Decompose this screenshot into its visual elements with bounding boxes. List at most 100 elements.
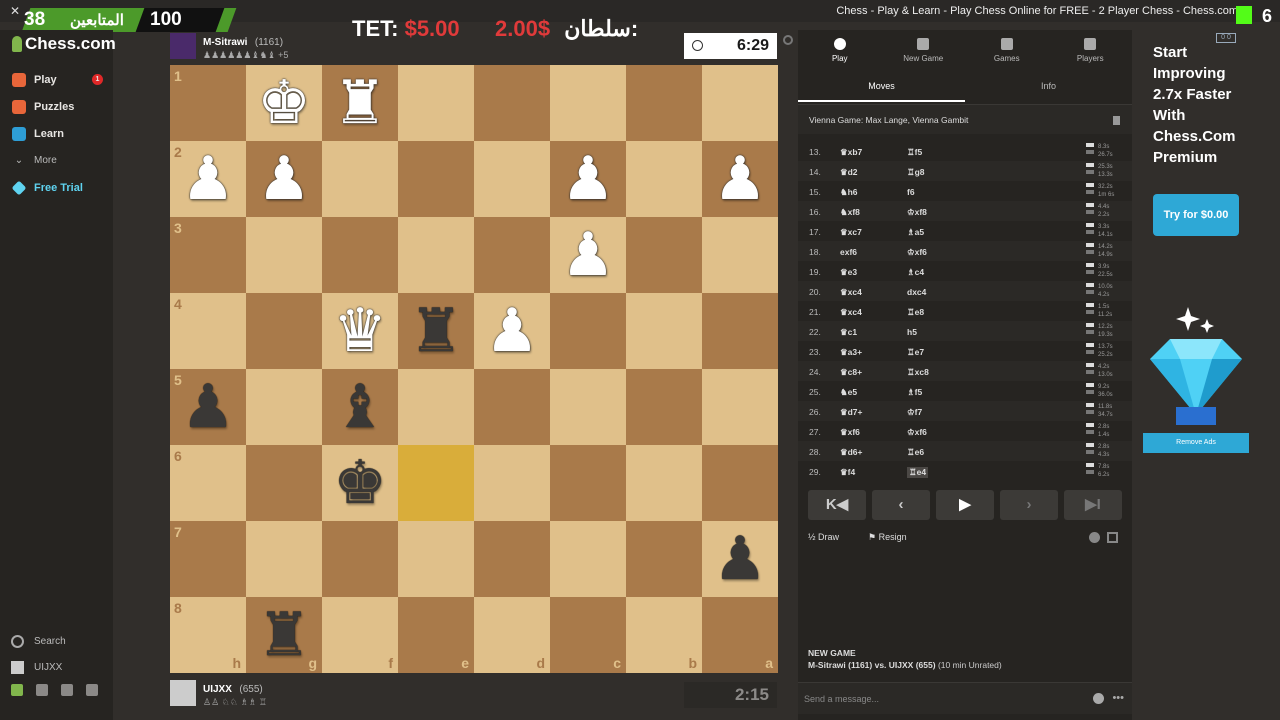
book-icon[interactable] xyxy=(1113,116,1120,125)
white-move[interactable]: ♛c8+ xyxy=(840,367,862,378)
square-g5[interactable] xyxy=(246,369,322,445)
black-bishop-icon[interactable]: ♝ xyxy=(322,369,398,445)
chat-input[interactable]: Send a message... ••• xyxy=(798,682,1132,714)
black-rook-icon[interactable]: ♜ xyxy=(246,597,322,673)
avatar[interactable] xyxy=(170,680,196,706)
gear-icon[interactable] xyxy=(86,684,98,696)
white-move[interactable]: ♛xc4 xyxy=(840,287,862,298)
square-f8[interactable]: f xyxy=(322,597,398,673)
square-d5[interactable] xyxy=(474,369,550,445)
white-pawn-icon[interactable]: ♟ xyxy=(170,141,246,217)
square-f3[interactable] xyxy=(322,217,398,293)
black-move[interactable]: ♔f7 xyxy=(907,407,922,418)
square-b7[interactable] xyxy=(626,521,702,597)
square-h1[interactable]: 1 xyxy=(170,65,246,141)
sidebar-item-puzzles[interactable]: Puzzles xyxy=(0,93,113,120)
black-move[interactable]: ♖e4 xyxy=(907,467,929,478)
square-g2[interactable]: ♟ xyxy=(246,141,322,217)
white-move[interactable]: exf6 xyxy=(840,247,857,257)
square-c4[interactable] xyxy=(550,293,626,369)
square-e2[interactable] xyxy=(398,141,474,217)
black-move[interactable]: h5 xyxy=(907,327,917,337)
square-c2[interactable]: ♟ xyxy=(550,141,626,217)
square-a7[interactable]: ♟ xyxy=(702,521,778,597)
square-c3[interactable]: ♟ xyxy=(550,217,626,293)
white-move[interactable]: ♛xf6 xyxy=(840,427,860,438)
black-move[interactable]: ♖g8 xyxy=(907,167,925,178)
square-b2[interactable] xyxy=(626,141,702,217)
white-move[interactable]: ♛c1 xyxy=(840,327,857,338)
square-h5[interactable]: 5 ♟ xyxy=(170,369,246,445)
white-pawn-icon[interactable]: ♟ xyxy=(550,217,626,293)
next-move-button[interactable]: › xyxy=(1000,490,1058,520)
black-move[interactable]: ♔xf6 xyxy=(907,427,927,438)
first-move-button[interactable]: K◀ xyxy=(808,490,866,520)
remove-ads-button[interactable]: Remove Ads xyxy=(1143,433,1249,453)
white-move[interactable]: ♛xc4 xyxy=(840,307,862,318)
square-e4[interactable]: ♜ xyxy=(398,293,474,369)
square-b8[interactable]: b xyxy=(626,597,702,673)
tab-games[interactable]: Games xyxy=(965,30,1049,70)
square-e6[interactable] xyxy=(398,445,474,521)
square-g6[interactable] xyxy=(246,445,322,521)
square-c5[interactable] xyxy=(550,369,626,445)
square-a6[interactable] xyxy=(702,445,778,521)
square-h2[interactable]: 2 ♟ xyxy=(170,141,246,217)
black-move[interactable]: ♖xc8 xyxy=(907,367,929,378)
friends-icon[interactable] xyxy=(11,684,23,696)
square-a4[interactable] xyxy=(702,293,778,369)
draw-button[interactable]: ½ Draw xyxy=(808,532,839,542)
bell-icon[interactable] xyxy=(61,684,73,696)
square-d6[interactable] xyxy=(474,445,550,521)
black-pawn-icon[interactable]: ♟ xyxy=(702,521,778,597)
square-e5[interactable] xyxy=(398,369,474,445)
white-pawn-icon[interactable]: ♟ xyxy=(702,141,778,217)
square-c6[interactable] xyxy=(550,445,626,521)
close-icon[interactable]: ✕ xyxy=(10,4,20,18)
black-move[interactable]: ♔xf6 xyxy=(907,247,927,258)
square-b5[interactable] xyxy=(626,369,702,445)
black-pawn-icon[interactable]: ♟ xyxy=(170,369,246,445)
chess-board[interactable]: 1 ♚ ♜ 2 ♟ ♟ ♟ ♟ 3 ♟ 4 ♛ ♜ ♟ 5 ♟ ♝ 6 ♚ 7 ♟ 8 h g ♜ f e d c b a xyxy=(170,65,778,673)
square-a5[interactable] xyxy=(702,369,778,445)
square-h3[interactable]: 3 xyxy=(170,217,246,293)
square-d1[interactable] xyxy=(474,65,550,141)
square-f1[interactable]: ♜ xyxy=(322,65,398,141)
black-move[interactable]: dxc4 xyxy=(907,287,926,297)
square-a8[interactable]: a xyxy=(702,597,778,673)
play-button[interactable]: ▶ xyxy=(936,490,994,520)
player-name[interactable]: M-Sitrawi xyxy=(203,37,247,48)
black-move[interactable]: ♖e6 xyxy=(907,447,924,458)
square-e8[interactable]: e xyxy=(398,597,474,673)
resign-button[interactable]: ⚑ Resign xyxy=(868,532,907,543)
white-king-icon[interactable]: ♚ xyxy=(246,65,322,141)
flip-board-icon[interactable] xyxy=(1107,532,1118,543)
square-f5[interactable]: ♝ xyxy=(322,369,398,445)
white-move[interactable]: ♞xf8 xyxy=(840,207,860,218)
sidebar-user[interactable]: UIJXX xyxy=(0,654,113,680)
white-pawn-icon[interactable]: ♟ xyxy=(246,141,322,217)
square-h7[interactable]: 7 xyxy=(170,521,246,597)
subtab-info[interactable]: Info xyxy=(965,76,1132,102)
white-move[interactable]: ♛a3+ xyxy=(840,347,862,358)
square-g4[interactable] xyxy=(246,293,322,369)
square-c7[interactable] xyxy=(550,521,626,597)
black-move[interactable]: ♖e8 xyxy=(907,307,924,318)
black-move[interactable]: ♗c4 xyxy=(907,267,924,278)
square-a3[interactable] xyxy=(702,217,778,293)
sidebar-search[interactable]: Search xyxy=(0,628,113,654)
mail-icon[interactable] xyxy=(36,684,48,696)
black-move[interactable]: ♖f5 xyxy=(907,147,922,158)
tab-play[interactable]: Play xyxy=(798,30,882,70)
square-f4[interactable]: ♛ xyxy=(322,293,398,369)
black-move[interactable]: ♔xf8 xyxy=(907,207,927,218)
square-e1[interactable] xyxy=(398,65,474,141)
avatar[interactable] xyxy=(170,33,196,59)
more-options-icon[interactable]: ••• xyxy=(1112,693,1124,704)
white-queen-icon[interactable]: ♛ xyxy=(322,293,398,369)
white-rook-icon[interactable]: ♜ xyxy=(322,65,398,141)
black-move[interactable]: ♗a5 xyxy=(907,227,924,238)
analysis-icon[interactable] xyxy=(1089,532,1100,543)
square-g3[interactable] xyxy=(246,217,322,293)
white-pawn-icon[interactable]: ♟ xyxy=(550,141,626,217)
